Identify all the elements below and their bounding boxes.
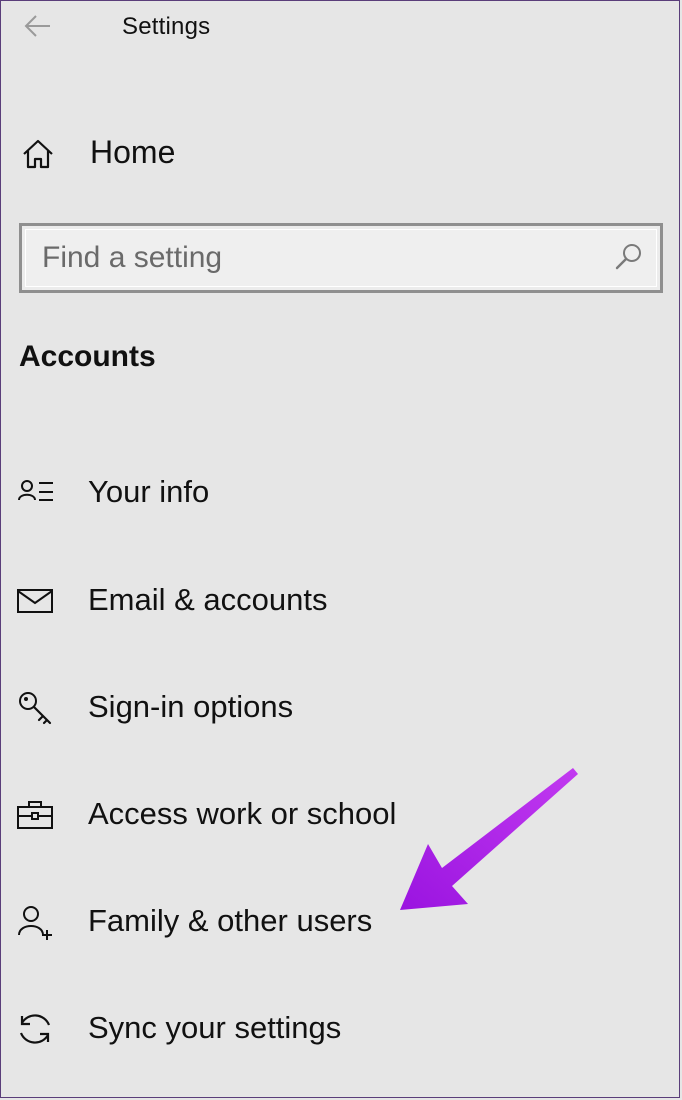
home-icon: [23, 139, 53, 169]
nav-item-label: Your info: [88, 474, 210, 509]
title-bar: Settings: [0, 0, 682, 56]
app-title: Settings: [122, 13, 211, 40]
nav-item-your-info[interactable]: Your info: [0, 462, 682, 524]
back-arrow-icon: [24, 15, 50, 37]
home-label: Home: [90, 134, 176, 170]
nav-item-label: Family & other users: [88, 903, 373, 938]
person-add-icon: [18, 906, 52, 940]
nav-item-sign-in-options[interactable]: Sign-in options: [0, 677, 682, 739]
section-heading: Accounts: [19, 340, 156, 373]
nav-item-family-other-users[interactable]: Family & other users: [0, 891, 682, 953]
back-button[interactable]: [20, 8, 56, 44]
nav-item-label: Email & accounts: [88, 582, 328, 617]
search-input[interactable]: [42, 238, 582, 278]
person-list-icon: [18, 480, 53, 501]
nav-item-access-work-school[interactable]: Access work or school: [0, 784, 682, 846]
nav-item-email-accounts[interactable]: Email & accounts: [0, 570, 682, 632]
key-icon: [19, 692, 52, 725]
search-icon[interactable]: [612, 240, 646, 274]
nav-item-label: Sync your settings: [88, 1010, 342, 1045]
briefcase-icon: [17, 801, 53, 829]
nav-item-sync-settings[interactable]: Sync your settings: [0, 998, 682, 1060]
nav-item-label: Sign-in options: [88, 689, 294, 724]
nav-item-label: Access work or school: [88, 796, 397, 831]
mail-icon: [17, 589, 53, 613]
search-box[interactable]: [19, 223, 663, 293]
nav-home[interactable]: Home: [0, 126, 682, 182]
sync-icon: [19, 1014, 51, 1044]
